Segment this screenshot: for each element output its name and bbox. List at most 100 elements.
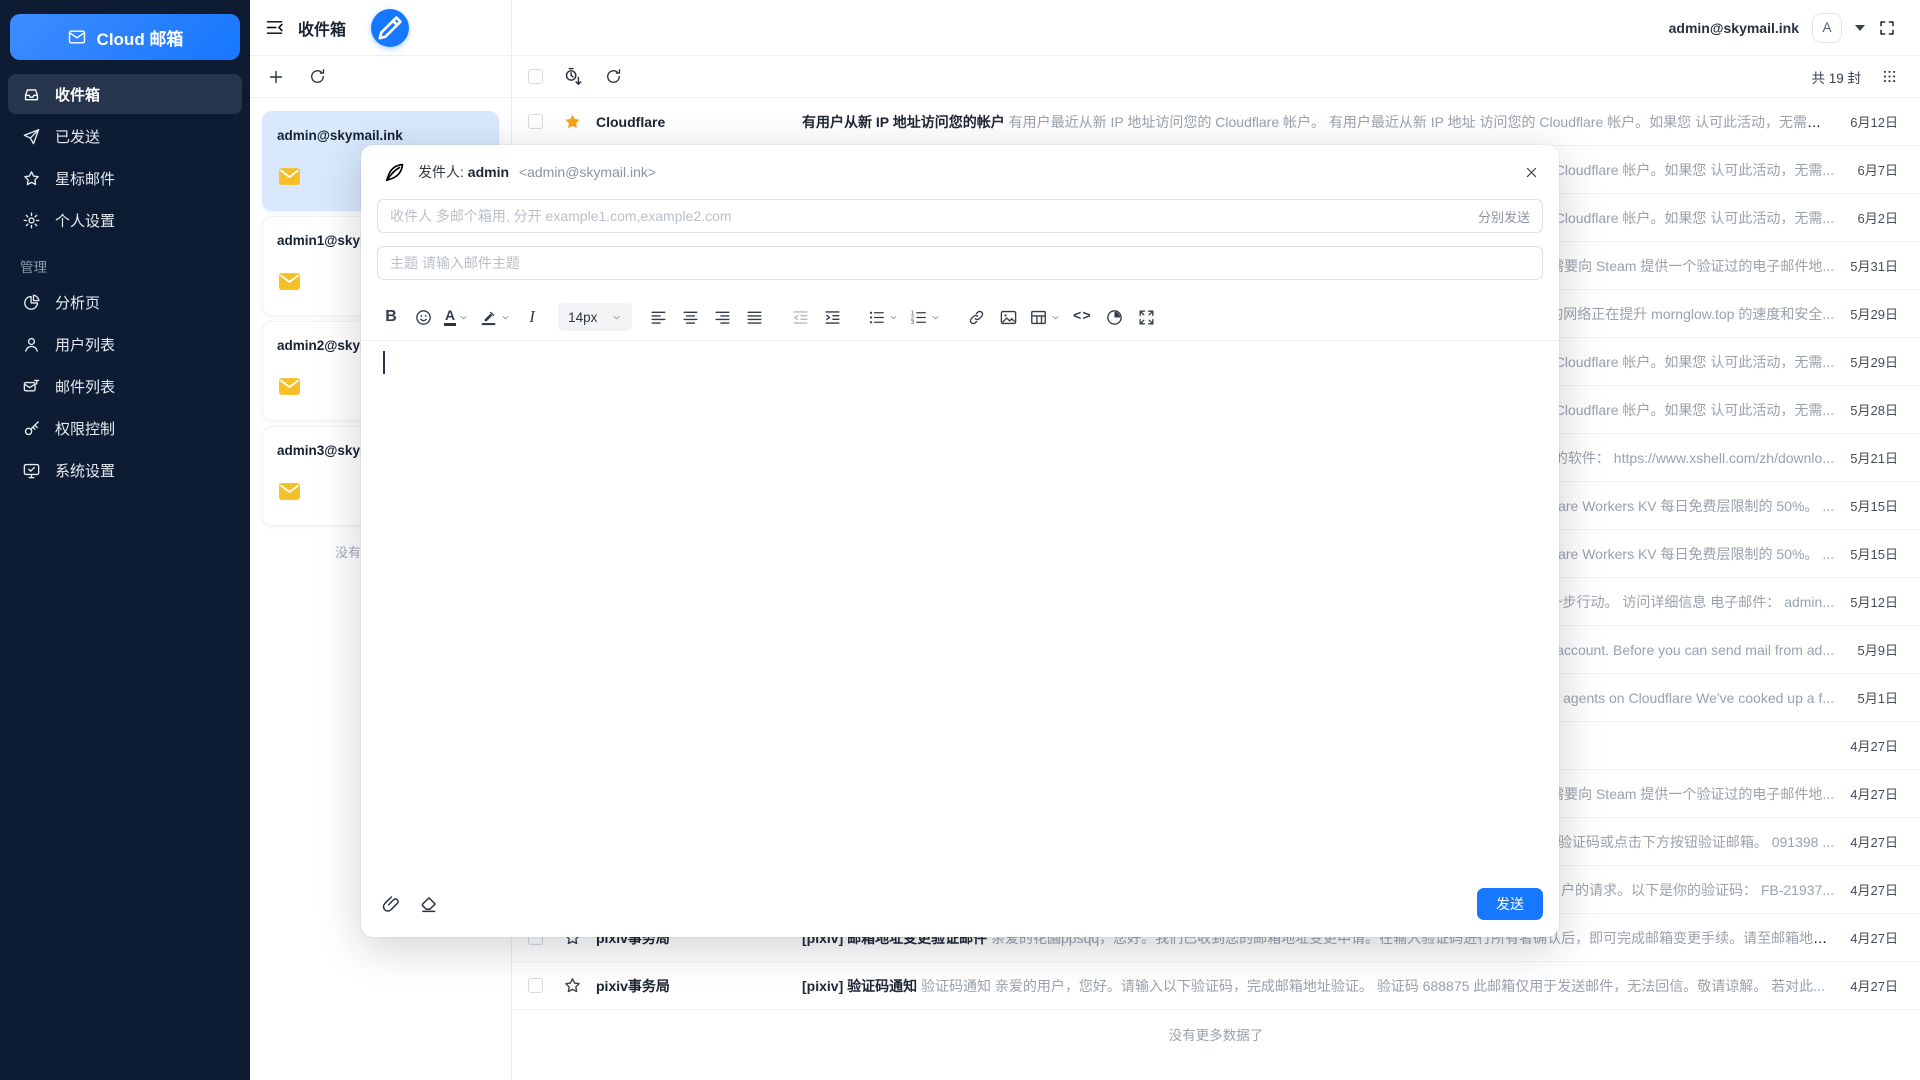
mail-preview-tail: 需要向 Steam 提供一个验证过的电子邮件地... [1550,784,1834,804]
sidebar-item-用户列表[interactable]: 用户列表 [8,324,242,364]
mail-date: 5月15日 [1834,544,1920,563]
quill-icon [383,161,406,184]
total-count-label: 共 19 封 [1811,67,1861,87]
main-header: admin@skymail.ink A [512,0,1920,56]
refresh-list-icon[interactable] [604,67,623,86]
sidebar-item-权限控制[interactable]: 权限控制 [8,408,242,448]
font-color-icon[interactable]: A [441,303,472,331]
preview-icon[interactable] [1100,303,1128,331]
star-icon [22,169,41,188]
list-ul-icon[interactable] [864,303,902,331]
sidebar-item-label: 已发送 [55,126,100,147]
send-separately-button[interactable]: 分别发送 [1478,207,1530,226]
from-name: admin [468,164,509,180]
mail-preview-tail: 需要向 Steam 提供一个验证过的电子邮件地... [1550,256,1834,276]
mail-preview-tail: 的网络正在提升 mornglow.top 的速度和安全... [1549,304,1834,324]
from-label: 发件人: [418,164,464,180]
sidebar-item-个人设置[interactable]: 个人设置 [8,200,242,240]
sidebar-item-label: 个人设置 [55,210,115,231]
compose-modal: 发件人: admin <admin@skymail.ink> 收件人 多邮个箱用… [361,145,1559,937]
sidebar-item-邮件列表[interactable]: 邮件列表 [8,366,242,406]
recipient-field[interactable]: 收件人 多邮个箱用, 分开 example1.com,example2.com … [377,199,1543,233]
mail-preview-tail: Cloudflare 帐户。如果您 认可此活动，无需... [1555,400,1834,420]
envelope-icon [277,164,302,189]
sidebar-item-label: 分析页 [55,292,100,313]
app-root: Cloud 邮箱 收件箱已发送星标邮件个人设置管理分析页用户列表邮件列表权限控制… [0,0,1920,1080]
sidebar-item-已发送[interactable]: 已发送 [8,116,242,156]
table-icon[interactable] [1026,303,1064,331]
mail-list-icon [22,377,41,396]
align-left-icon[interactable] [644,303,672,331]
subject-field[interactable]: 主题 请输入邮件主题 [377,246,1543,280]
app-logo-button[interactable]: Cloud 邮箱 [10,14,240,60]
mail-preview-tail: g agents on Cloudflare We've cooked up a… [1551,690,1834,706]
sidebar-item-label: 用户列表 [55,334,115,355]
mail-date: 5月9日 [1834,640,1920,659]
sidebar-item-星标邮件[interactable]: 星标邮件 [8,158,242,198]
add-account-icon[interactable] [266,67,286,87]
fullscreen-icon[interactable] [1878,19,1896,37]
row-checkbox[interactable] [528,978,543,993]
align-right-icon[interactable] [708,303,736,331]
mail-preview-tail: lare Workers KV 每日免费层限制的 50%。 ... [1555,544,1834,564]
mail-preview-tail: 的软件： https://www.xshell.com/zh/downlo... [1554,448,1834,468]
sidebar-item-label: 星标邮件 [55,168,115,189]
sidebar-item-label: 收件箱 [55,84,100,105]
mail-date: 5月21日 [1834,448,1920,467]
editor-body[interactable] [361,341,1559,874]
envelope-icon [277,374,302,399]
editor-toolbar: B A I 14px 123 <> [361,293,1559,340]
mail-row[interactable]: pixiv事务局[pixiv] 验证码通知 验证码通知 亲爱的用户，您好。请输入… [512,962,1920,1010]
send-button[interactable]: 发送 [1477,888,1543,920]
compose-button[interactable] [371,9,409,47]
mail-date: 4月27日 [1834,880,1920,899]
mail-date: 5月12日 [1834,592,1920,611]
chevron-down-icon[interactable] [1855,25,1865,31]
avatar[interactable]: A [1812,13,1842,43]
attachment-icon[interactable] [381,894,402,915]
grid-view-icon[interactable] [1881,68,1898,85]
mail-date: 4月27日 [1834,784,1920,803]
list-ol-icon[interactable]: 123 [906,303,944,331]
sidebar-item-label: 邮件列表 [55,376,115,397]
row-checkbox[interactable] [528,114,543,129]
chevron-down-icon [500,312,511,323]
highlight-icon[interactable] [476,303,514,331]
star-outline-icon[interactable] [563,976,582,995]
mail-row[interactable]: Cloudflare有用户从新 IP 地址访问您的帐户 有用户最近从新 IP 地… [512,98,1920,146]
align-justify-icon[interactable] [740,303,768,331]
sidebar-item-系统设置[interactable]: 系统设置 [8,450,242,490]
expand-icon[interactable] [1132,303,1160,331]
bold-icon[interactable]: B [377,303,405,331]
sidebar-item-分析页[interactable]: 分析页 [8,282,242,322]
mail-subject: [pixiv] 验证码通知 [802,978,917,994]
link-icon[interactable] [962,303,990,331]
star-filled-icon[interactable] [563,112,582,131]
indent-icon[interactable] [818,303,846,331]
select-all-checkbox[interactable] [528,69,543,84]
inbox-icon [22,85,41,104]
mail-preview-tail: Cloudflare 帐户。如果您 认可此活动，无需... [1555,352,1834,372]
emoji-icon[interactable] [409,303,437,331]
outdent-icon[interactable] [786,303,814,331]
sidebar-item-收件箱[interactable]: 收件箱 [8,74,242,114]
eraser-icon[interactable] [418,894,439,915]
menu-fold-icon[interactable] [264,17,285,38]
header-account-email: admin@skymail.ink [1669,20,1799,36]
refresh-accounts-icon[interactable] [308,67,327,86]
italic-icon[interactable]: I [518,303,546,331]
chevron-down-icon [611,312,622,323]
sort-by-time-icon[interactable] [563,66,584,87]
compose-header: 发件人: admin <admin@skymail.ink> [361,145,1559,199]
font-size-select[interactable]: 14px [558,303,632,331]
code-icon[interactable]: <> [1068,303,1096,331]
align-center-icon[interactable] [676,303,704,331]
envelope-icon [277,479,302,504]
close-icon[interactable] [1524,165,1539,180]
text-caret [383,351,385,374]
from-line: 发件人: admin <admin@skymail.ink> [418,162,656,182]
list-no-more-label: 没有更多数据了 [512,1010,1920,1058]
image-icon[interactable] [994,303,1022,331]
envelope-icon [277,269,302,294]
sidebar-section-label: 管理 [20,256,250,276]
